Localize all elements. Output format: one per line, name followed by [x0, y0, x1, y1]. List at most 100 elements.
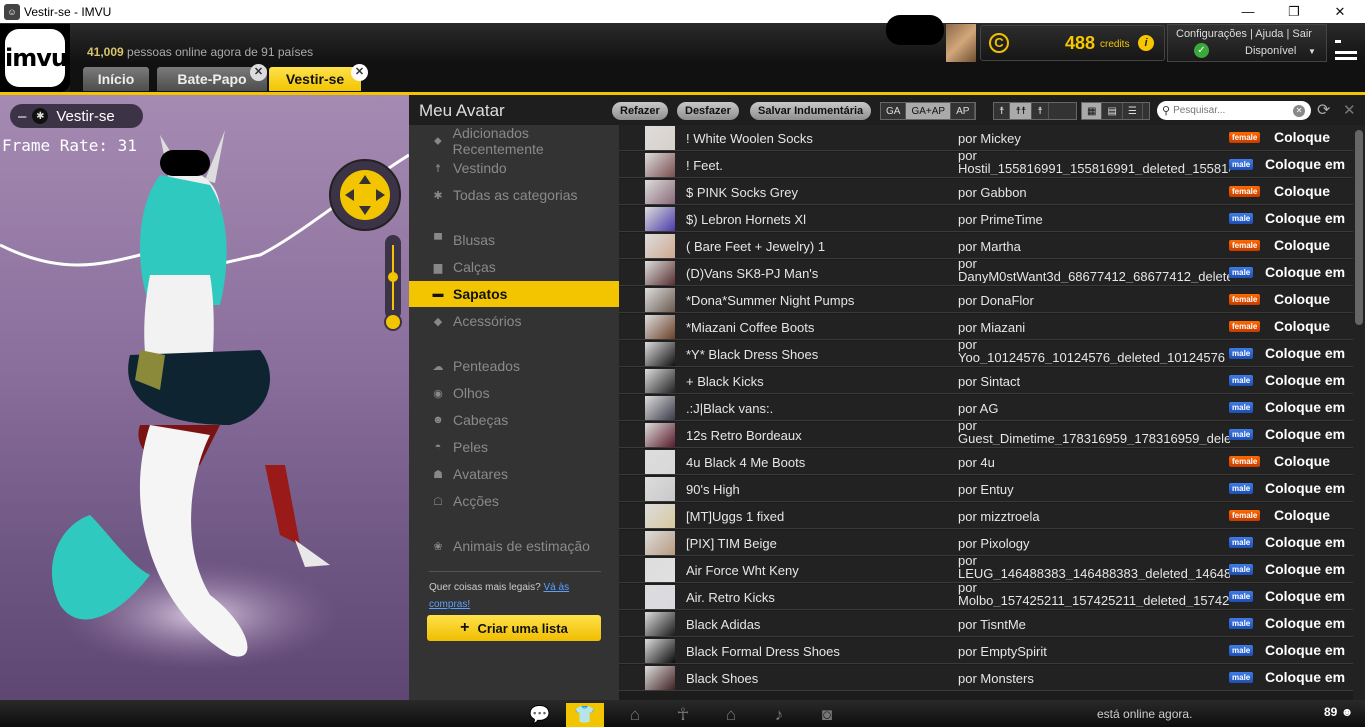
put-on-button[interactable]: Coloque em: [1265, 399, 1345, 415]
category-todas-as-categorias[interactable]: ✱ Todas as categorias: [409, 182, 619, 208]
redo-button[interactable]: Refazer: [612, 102, 668, 120]
item-thumbnail[interactable]: [645, 450, 675, 474]
refresh-icon[interactable]: ⟳: [1317, 100, 1330, 120]
list-item[interactable]: Black Adidas por TisntMe male Coloque em: [619, 611, 1353, 637]
camera-icon[interactable]: ◙: [808, 703, 846, 727]
close-tab-icon[interactable]: ✕: [351, 64, 368, 81]
item-thumbnail[interactable]: [645, 234, 675, 258]
put-on-button[interactable]: Coloque em: [1265, 588, 1345, 604]
item-creator[interactable]: por Pixology: [958, 536, 1030, 551]
credits-panel[interactable]: C 488 credits i: [980, 25, 1165, 61]
item-thumbnail[interactable]: [645, 369, 675, 393]
item-creator[interactable]: por EmptySpirit: [958, 644, 1047, 659]
imvu-logo[interactable]: imvu: [0, 24, 70, 92]
home-icon[interactable]: ⌂: [712, 703, 750, 727]
info-icon[interactable]: i: [1138, 35, 1154, 51]
item-creator[interactable]: por Guest_Dimetime_178316959_178316959_d…: [958, 419, 1230, 445]
list-item[interactable]: [PIX] TIM Beige por Pixology male Coloque e…: [619, 530, 1353, 556]
music-icon[interactable]: ♪: [760, 703, 798, 727]
item-creator[interactable]: por PrimeTime: [958, 212, 1043, 227]
put-on-button[interactable]: Coloque em: [1265, 615, 1345, 631]
item-creator[interactable]: por Miazani: [958, 320, 1025, 335]
friends-online-count[interactable]: 89 ☻: [1324, 705, 1353, 719]
list-item[interactable]: ! White Woolen Socks por Mickey female Colo…: [619, 125, 1353, 151]
list-item[interactable]: Black Formal Dress Shoes por EmptySpirit m…: [619, 638, 1353, 664]
item-thumbnail[interactable]: [645, 558, 675, 582]
item-thumbnail[interactable]: [645, 504, 675, 528]
filter-ga-ap[interactable]: GA+AP: [906, 103, 952, 119]
user-avatar[interactable]: [946, 24, 976, 62]
tab-inicio[interactable]: Início: [83, 67, 149, 91]
category-cal-as[interactable]: ▆ Calças: [409, 254, 619, 280]
list-item[interactable]: Black Shoes por Monsters male Coloque em: [619, 665, 1353, 691]
collapse-button[interactable]: –: [18, 108, 26, 125]
close-button[interactable]: ✕: [1317, 0, 1363, 23]
list-item[interactable]: *Y* Black Dress Shoes por Yoo_10124576_10…: [619, 338, 1353, 367]
item-thumbnail[interactable]: [645, 261, 675, 285]
put-on-button[interactable]: Coloque em: [1265, 561, 1345, 577]
list-item[interactable]: ( Bare Feet + Jewelry) 1 por Martha female…: [619, 233, 1353, 259]
put-on-button[interactable]: Coloque: [1274, 237, 1330, 253]
item-creator[interactable]: por Entuy: [958, 482, 1014, 497]
list-item[interactable]: Air Force Wht Keny por LEUG_146488383_146…: [619, 554, 1353, 583]
list-view-icon[interactable]: ☰: [1123, 103, 1143, 119]
item-creator[interactable]: por Monsters: [958, 671, 1034, 686]
category-peles[interactable]: ◓ Peles: [409, 434, 619, 460]
item-thumbnail[interactable]: [645, 342, 675, 366]
list-item[interactable]: *Dona*Summer Night Pumps por DonaFlor fema…: [619, 287, 1353, 313]
item-creator[interactable]: por mizztroela: [958, 509, 1040, 524]
item-creator[interactable]: por Gabbon: [958, 185, 1027, 200]
account-links[interactable]: Configurações | Ajuda | Sair: [1176, 28, 1312, 40]
category-avatares[interactable]: ☗ Avatares: [409, 461, 619, 487]
category-cabe-as[interactable]: ☻ Cabeças: [409, 407, 619, 433]
grid-large-icon[interactable]: ▦: [1082, 103, 1103, 119]
item-creator[interactable]: por 4u: [958, 455, 995, 470]
list-item[interactable]: + Black Kicks por Sintact male Coloque em: [619, 368, 1353, 394]
item-creator[interactable]: por Mickey: [958, 131, 1021, 146]
item-thumbnail[interactable]: [645, 288, 675, 312]
grid-small-icon[interactable]: ▤: [1102, 103, 1123, 119]
item-thumbnail[interactable]: [645, 126, 675, 150]
list-item[interactable]: 90's High por Entuy male Coloque em: [619, 476, 1353, 502]
person-icon[interactable]: ☨: [994, 103, 1011, 119]
item-creator[interactable]: por DonaFlor: [958, 293, 1034, 308]
list-item[interactable]: ! Feet. por Hostil_155816991_155816991_de…: [619, 149, 1353, 178]
put-on-button[interactable]: Coloque: [1274, 507, 1330, 523]
item-creator[interactable]: por Hostil_155816991_155816991_deleted_1…: [958, 149, 1230, 175]
list-item[interactable]: Air. Retro Kicks por Molbo_157425211_1574…: [619, 581, 1353, 610]
shirt-icon[interactable]: 👕: [566, 703, 604, 727]
gear-icon[interactable]: ✱: [32, 108, 49, 124]
viewport-header[interactable]: – ✱ Vestir-se: [10, 104, 143, 128]
camera-navigation-control[interactable]: [329, 159, 402, 331]
view-mode[interactable]: ▦ ▤ ☰: [1081, 102, 1150, 120]
list-item[interactable]: .:J|Black vans:. por AG male Coloque em: [619, 395, 1353, 421]
put-on-button[interactable]: Coloque: [1274, 291, 1330, 307]
list-item[interactable]: $) Lebron Hornets Xl por PrimeTime male Col…: [619, 206, 1353, 232]
avatar-3d-viewport[interactable]: [0, 95, 409, 700]
item-thumbnail[interactable]: [645, 612, 675, 636]
list-item[interactable]: $ PINK Socks Grey por Gabbon female Coloque: [619, 179, 1353, 205]
undo-button[interactable]: Desfazer: [677, 102, 739, 120]
filter-ga[interactable]: GA: [881, 103, 907, 119]
put-on-button[interactable]: Coloque: [1274, 129, 1330, 145]
list-item[interactable]: *Miazani Coffee Boots por Miazani female Co…: [619, 314, 1353, 340]
category-olhos[interactable]: ◉ Olhos: [409, 380, 619, 406]
search-box[interactable]: ⚲ ✕: [1157, 101, 1311, 120]
category-sapatos[interactable]: ▬ Sapatos: [409, 281, 619, 307]
item-thumbnail[interactable]: [645, 315, 675, 339]
list-item[interactable]: 12s Retro Bordeaux por Guest_Dimetime_178…: [619, 419, 1353, 448]
close-panel-icon[interactable]: ✕: [1343, 101, 1356, 119]
item-thumbnail[interactable]: [645, 180, 675, 204]
list-item[interactable]: [MT]Uggs 1 fixed por mizztroela female Colo…: [619, 503, 1353, 529]
item-thumbnail[interactable]: [645, 153, 675, 177]
hamburger-menu-icon[interactable]: [1335, 33, 1357, 60]
item-creator[interactable]: por TisntMe: [958, 617, 1026, 632]
category-adicionados-recentemente[interactable]: ⬥ Adicionados Recentemente: [409, 125, 619, 157]
list-item[interactable]: (D)Vans SK8-PJ Man's por DanyM0stWant3d_6…: [619, 257, 1353, 286]
pose-icon[interactable]: ☥: [664, 703, 702, 727]
chat-icon[interactable]: 💬: [521, 703, 559, 727]
chevron-down-icon[interactable]: ▼: [1308, 47, 1316, 56]
status-select[interactable]: Disponível: [1245, 45, 1296, 57]
put-on-button[interactable]: Coloque em: [1265, 534, 1345, 550]
item-thumbnail[interactable]: [645, 396, 675, 420]
